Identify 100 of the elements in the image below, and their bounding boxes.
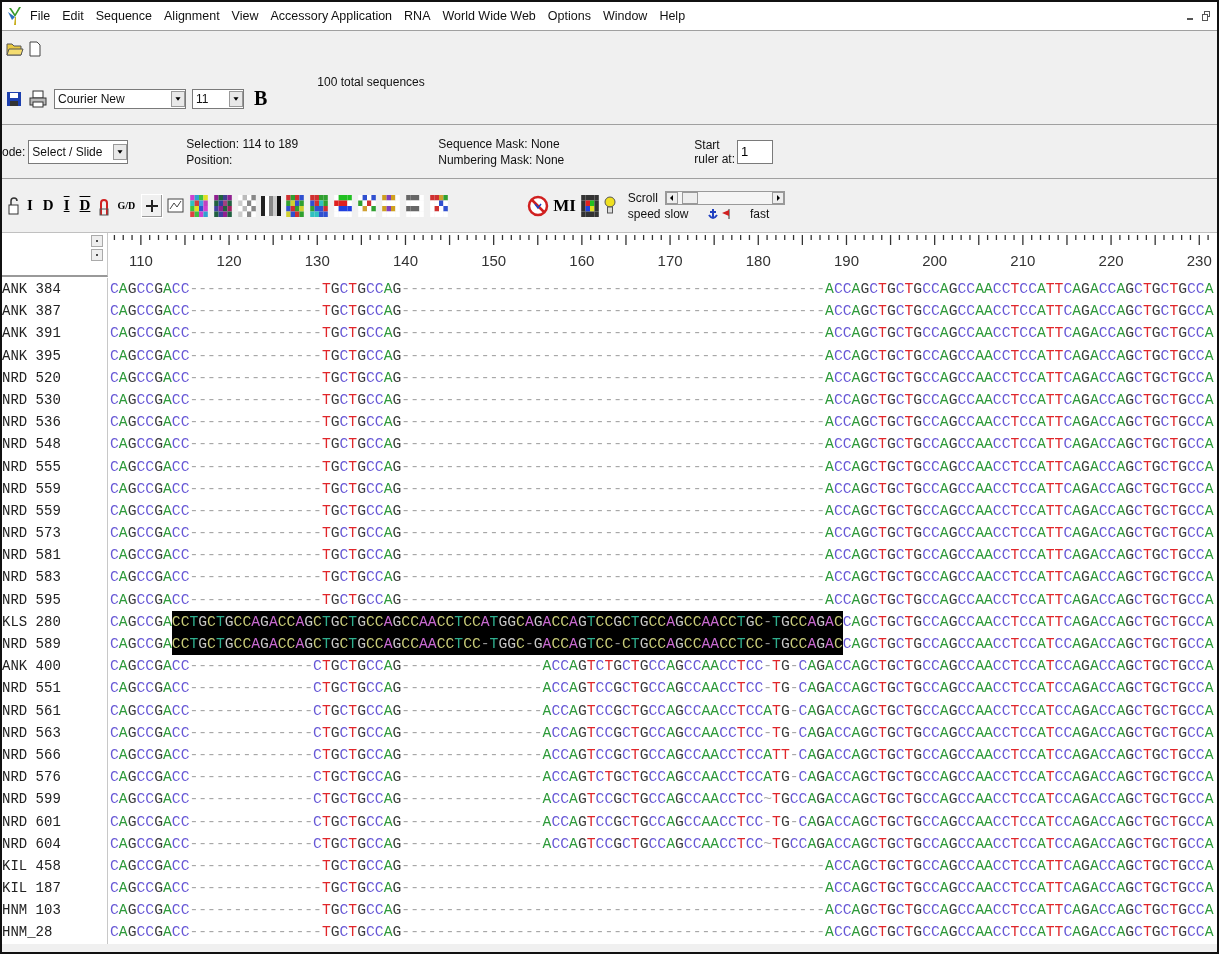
app-logo-icon [6,6,24,26]
ruler-number: 130 [304,252,330,269]
menu-item[interactable]: Options [541,9,597,23]
scroll-down-icon[interactable] [91,249,103,261]
crosshair-icon[interactable] [141,193,164,218]
sequence-text: CAGCCGACC--------------CTGCTGCCAG----------------ACCAGTCCGCTGCCAGCCAACCTCC-TG-CAGACCAGCTGCTGCCAGCCAACCTCCATCCAGACCAGCTGCTGCCA [110,812,1214,832]
sequence-name[interactable]: NRD 536 [2,411,108,434]
menu-item[interactable]: World Wide Web [436,9,542,23]
menu-item[interactable]: File [24,9,57,23]
sequence-text: CAGCCGACC---------------TGCTGCCAG------------------------------------------------ACCAGCTGCTGCCAGCCAACCTCCATTCAGACCAGCTGCTGCCA [110,435,1214,455]
menu-item[interactable]: Accessory Application [264,9,399,23]
mode-select[interactable]: Select / Slide [28,139,129,164]
no-entry-icon[interactable] [527,194,550,217]
sequence-text: CAGCCGACC---------------TGCTGCCAG------------------------------------------------ACCAGCTGCTGCCAGCCAACCTCCATTCAGACCAGCTGCTGCCA [110,457,1214,477]
chart-icon[interactable] [167,196,186,215]
dotted-pattern-icon[interactable] [429,194,450,217]
menu-item[interactable]: Window [596,9,654,23]
menu-item[interactable]: RNA [398,9,437,23]
color-matrix-icon[interactable] [579,194,600,217]
sequence-text: CAGCCGACC---------------TGCTGCCAG------------------------------------------------ACCAGCTGCTGCCAGCCAACCTCCATTCAGACCAGCTGCTGCCA [110,324,1214,344]
toolbar-button[interactable]: D [76,197,94,214]
sequence-name[interactable]: NRD 555 [2,455,108,478]
sequence-text: CAGCCGACC---------------TGCTGCCAG------------------------------------------------ACCAGCTGCTGCCAGCCAACCTCCATTCAGACCAGCTGCTGCCA [110,413,1214,433]
ruler-number: 110 [128,252,153,269]
sequence-name[interactable]: NRD 589 [2,633,108,656]
sequence-name[interactable]: NRD 566 [2,743,108,767]
sequence-name[interactable]: HNM 103 [2,899,108,922]
sequence-name[interactable]: ANK 391 [2,322,108,345]
sequence-count: 100 total sequences [317,75,425,89]
sequence-name[interactable]: NRD 576 [2,766,108,789]
sequence-name[interactable]: NRD 563 [2,721,108,744]
sequence-name[interactable]: KLS 280 [2,610,108,633]
toolbar-button[interactable]: G/D [115,200,138,211]
ruler-at-label: ruler at: [694,151,735,166]
sequence-name[interactable]: KIL 458 [2,854,108,878]
speed-label: speed [627,206,661,221]
lightbulb-icon[interactable] [603,195,616,216]
ruler-start-field[interactable]: 1 [737,139,773,164]
toolbar-button[interactable]: D [39,197,57,214]
sequence-name[interactable]: NRD 551 [2,677,108,700]
sequence-text: CAGCCGACC--------------CTGCTGCCAG----------------ACCAGTCCGCTGCCAGCCAACCTCC-TG-CAGACCAGCTGCTGCCAGCCAACCTCCATCCAGACCAGCTGCTGCCA [110,723,1214,743]
sequence-name[interactable]: NRD 520 [2,366,108,389]
color-bars-icon[interactable] [333,194,354,217]
new-document-icon[interactable] [28,41,42,57]
color-letters-icon[interactable] [381,194,402,217]
bold-button[interactable]: B [250,87,272,110]
lock-icon[interactable] [8,196,20,215]
sequence-name[interactable]: HNM_28 [2,921,108,944]
color-grid-icon[interactable] [189,194,210,217]
color-grid-icon[interactable] [213,194,234,217]
sequence-name[interactable]: NRD 548 [2,433,108,456]
color-grid-icon[interactable] [285,194,306,217]
sequence-name[interactable]: NRD 601 [2,810,108,833]
ruler-number: 220 [1098,252,1124,269]
scroll-label: Scroll [627,190,659,205]
sequence-name[interactable]: NRD 595 [2,588,108,611]
sequence-text: CAGCCGACC--------------CTGCTGCCAG----------------ACCAGTCCGCTGCCAGCCAACCTCCATG-CAGACCAGCTGCTGCCAGCCAACCTCCATCCAGACCAGCTGCTGCCA [110,701,1214,721]
sequence-text: CAGCTGCTGCCAGCCAACCTCCATCCAGACCAGCTGCTGCCA [842,635,1214,654]
scroll-up-icon[interactable] [91,235,103,247]
dotted-pattern-icon[interactable] [357,194,378,217]
menu-item[interactable]: Sequence [89,9,158,23]
printer-icon[interactable] [28,89,48,108]
sequence-name[interactable]: ANK 384 [2,278,108,301]
sequence-name[interactable]: NRD 604 [2,832,108,855]
ruler-number: 150 [481,252,507,269]
sequence-name[interactable]: NRD 581 [2,544,108,567]
menu-item[interactable]: Edit [56,9,90,23]
sequence-name[interactable]: NRD 573 [2,522,108,545]
sequence-name[interactable]: NRD 530 [2,388,108,412]
sequence-name[interactable]: NRD 561 [2,699,108,722]
restore-icon[interactable] [1201,10,1211,22]
grayscale-bars-icon[interactable] [261,194,282,217]
menu-item[interactable]: Help [653,9,692,23]
sequence-name[interactable]: ANK 400 [2,655,108,678]
toolbar-button[interactable]: MI [553,195,576,216]
open-folder-icon[interactable] [6,41,24,57]
numbering-mask: Numbering Mask: None [438,152,565,167]
save-icon[interactable] [6,90,22,107]
font-select[interactable]: Courier New [54,88,186,109]
sequence-text: CAGCCGACC---------------TGCTGCCAG------------------------------------------------ACCAGCTGCTGCCAGCCAACCTCCATTCAGACCAGCTGCTGCCA [110,923,1214,943]
color-grid-icon[interactable] [309,194,330,217]
sequence-name[interactable]: NRD 559 [2,499,108,523]
font-size-select[interactable]: 11 [192,88,244,109]
sequence-text: CAGCCGACC---------------TGCTGCCAG------------------------------------------------ACCAGCTGCTGCCAGCCAACCTCCATTCAGACCAGCTGCTGCCA [110,568,1214,588]
sequence-name[interactable]: ANK 387 [2,300,108,323]
sequence-text: CAGCCGACC---------------TGCTGCCAG------------------------------------------------ACCAGCTGCTGCCAGCCAACCTCCATTCAGACCAGCTGCTGCCA [110,546,1214,566]
sequence-name[interactable]: NRD 583 [2,566,108,589]
toolbar-button[interactable]: I [24,197,36,214]
position-label: Position: [186,152,234,167]
sequence-name[interactable]: KIL 187 [2,877,108,900]
ruler-number: 190 [833,252,859,269]
plain-letters-icon[interactable] [405,194,426,217]
menu-item[interactable]: Alignment [158,9,226,23]
sequence-name[interactable]: ANK 395 [2,344,108,367]
sequence-name[interactable]: NRD 599 [2,788,108,811]
sequence-name[interactable]: NRD 559 [2,477,108,500]
toolbar-button[interactable]: I [60,197,73,214]
ruler-number: 140 [392,252,418,269]
menu-item[interactable]: View [225,9,265,23]
sequence-mask: Sequence Mask: None [438,136,561,151]
